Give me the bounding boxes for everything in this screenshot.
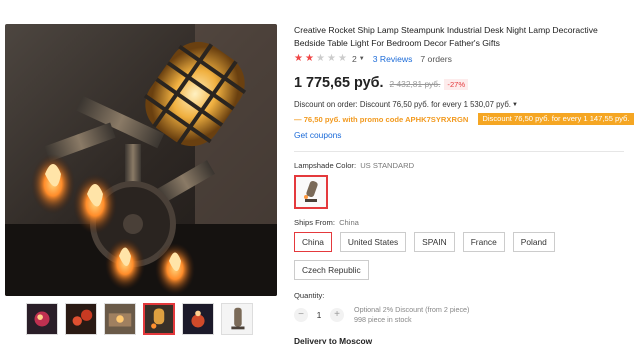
old-price: 2 432,81 руб. bbox=[389, 79, 441, 89]
star-filled-icon: ★ bbox=[294, 53, 303, 64]
main-product-image[interactable] bbox=[5, 24, 277, 296]
rocket-lamp-thumb-4-image bbox=[145, 305, 173, 333]
promo-row: — 76,50 руб. with promo code APHK7SYRXRG… bbox=[294, 113, 634, 125]
ship-option-france[interactable]: France bbox=[462, 232, 505, 252]
ship-option-czech-republic[interactable]: Czech Republic bbox=[294, 260, 369, 280]
ships-from-value: China bbox=[339, 218, 359, 227]
ships-from-options: China United States SPAIN France Poland … bbox=[294, 232, 624, 288]
quantity-input[interactable]: 1 bbox=[308, 310, 330, 320]
current-price: 1 775,65 руб. bbox=[294, 75, 384, 91]
chevron-down-icon: ▼ bbox=[358, 56, 365, 62]
thumbnail-3[interactable] bbox=[104, 303, 136, 335]
price-row: 1 775,65 руб. 2 432,81 руб. -27% bbox=[294, 75, 624, 91]
star-empty-icon: ★ bbox=[338, 53, 347, 64]
ship-option-poland[interactable]: Poland bbox=[512, 232, 555, 252]
stock-note: 998 piece in stock bbox=[354, 314, 412, 324]
promo-code-text: — 76,50 руб. with promo code APHK7SYRXRG… bbox=[294, 114, 469, 124]
thumbnail-4[interactable] bbox=[143, 303, 175, 335]
ships-from-label-text: Ships From: bbox=[294, 218, 335, 227]
ship-option-spain[interactable]: SPAIN bbox=[414, 232, 455, 252]
thumbnail-5[interactable] bbox=[182, 303, 214, 335]
quantity-notes: Optional 2% Discount (from 2 piece) 998 … bbox=[354, 305, 469, 324]
reviews-link[interactable]: 3 Reviews bbox=[373, 54, 413, 64]
star-empty-icon: ★ bbox=[316, 53, 325, 64]
product-info: Creative Rocket Ship Lamp Steampunk Indu… bbox=[294, 24, 634, 344]
ships-from-label: Ships From: China bbox=[294, 218, 624, 227]
rocket-lamp-thumb-6-image bbox=[222, 304, 252, 334]
rocket-lamp-thumb-5-image bbox=[183, 304, 213, 334]
delivery-heading: Delivery to Moscow bbox=[294, 336, 373, 344]
rating-row: ★ ★ ★ ★ ★ 2 ▼ 3 Reviews 7 orders bbox=[294, 54, 624, 65]
rating-stars: ★ ★ ★ ★ ★ bbox=[294, 54, 348, 64]
bulk-discount-note: Optional 2% Discount (from 2 piece) bbox=[354, 305, 470, 314]
product-title: Creative Rocket Ship Lamp Steampunk Indu… bbox=[294, 25, 598, 48]
thumbnail-6[interactable] bbox=[221, 303, 253, 335]
store-discount-button[interactable]: Discount 76,50 руб. for every 1 147,55 р… bbox=[478, 113, 634, 125]
star-empty-icon: ★ bbox=[327, 53, 336, 64]
orders-count: 7 orders bbox=[420, 54, 452, 64]
thumbnail-strip bbox=[26, 303, 253, 335]
divider bbox=[294, 151, 624, 152]
quantity-label: Quantity: bbox=[294, 291, 325, 300]
get-coupons-link[interactable]: Get coupons bbox=[294, 130, 342, 140]
rocket-lamp-thumb-3-image bbox=[105, 304, 135, 334]
lampshade-swatch-image bbox=[296, 177, 326, 207]
ship-option-united-states[interactable]: United States bbox=[339, 232, 407, 252]
quantity-stepper: − 1 + Optional 2% Discount (from 2 piece… bbox=[294, 305, 624, 324]
discount-badge: -27% bbox=[444, 79, 469, 90]
quantity-increase-button[interactable]: + bbox=[330, 307, 344, 322]
quantity-decrease-button[interactable]: − bbox=[294, 307, 308, 322]
ship-option-china[interactable]: China bbox=[294, 232, 332, 252]
thumbnail-2[interactable] bbox=[65, 303, 97, 335]
lampshade-value: US STANDARD bbox=[360, 161, 415, 170]
rocket-lamp-photo bbox=[5, 24, 277, 296]
rating-votes-dropdown[interactable]: 2 ▼ bbox=[352, 54, 365, 64]
lampshade-label-text: Lampshade Color: bbox=[294, 161, 357, 170]
rating-votes: 2 bbox=[352, 54, 357, 64]
rocket-lamp-thumb-2-image bbox=[66, 304, 96, 334]
lampshade-color-label: Lampshade Color: US STANDARD bbox=[294, 161, 624, 170]
chevron-down-icon: ▼ bbox=[511, 101, 518, 108]
thumbnail-1[interactable] bbox=[26, 303, 58, 335]
order-discount-text: Discount on order: Discount 76,50 руб. f… bbox=[294, 100, 511, 109]
star-filled-icon: ★ bbox=[305, 53, 314, 64]
order-discount-dropdown[interactable]: Discount on order: Discount 76,50 руб. f… bbox=[294, 100, 624, 109]
lampshade-swatch[interactable] bbox=[294, 175, 328, 209]
rocket-lamp-thumb-1-image bbox=[27, 304, 57, 334]
